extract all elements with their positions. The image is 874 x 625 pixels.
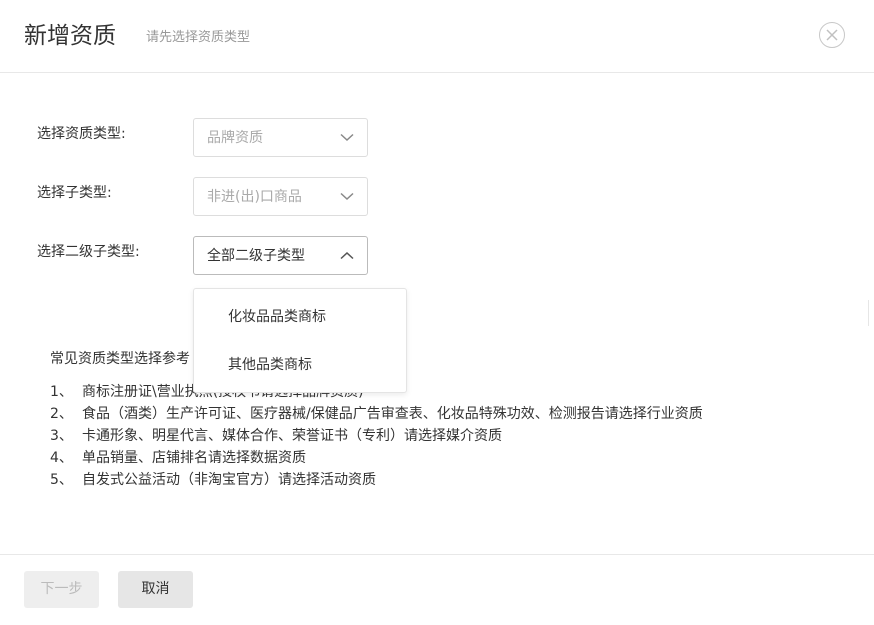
- reference-item-number: 2、: [50, 406, 73, 422]
- type-label: 选择资质类型:: [37, 126, 126, 142]
- dropdown-option-cosmetics-trademark[interactable]: 化妆品品类商标: [228, 307, 326, 327]
- reference-item-text: 卡通形象、明星代言、媒体合作、荣誉证书（专利）请选择媒介资质: [82, 428, 502, 444]
- close-button[interactable]: [819, 22, 845, 48]
- chevron-up-icon: [340, 251, 354, 260]
- level2-select[interactable]: 全部二级子类型: [193, 236, 368, 275]
- dialog-header: 新增资质 请先选择资质类型: [0, 0, 874, 73]
- level2-dropdown-menu: 化妆品品类商标 其他品类商标: [193, 288, 407, 393]
- reference-item-number: 1、: [50, 384, 73, 400]
- dialog-footer: 下一步 取消: [0, 554, 874, 625]
- scroll-edge: [868, 300, 874, 326]
- type-select-value: 品牌资质: [207, 130, 263, 146]
- chevron-down-icon: [340, 192, 354, 201]
- level2-label: 选择二级子类型:: [37, 244, 140, 260]
- reference-item-number: 5、: [50, 472, 73, 488]
- close-icon: [826, 29, 838, 41]
- reference-item-text: 自发式公益活动（非淘宝官方）请选择活动资质: [82, 472, 376, 488]
- reference-item-number: 3、: [50, 428, 73, 444]
- dialog-subtitle: 请先选择资质类型: [146, 30, 251, 45]
- dialog-title: 新增资质: [24, 23, 116, 49]
- reference-title: 常见资质类型选择参考: [50, 351, 190, 367]
- reference-item-number: 4、: [50, 450, 73, 466]
- next-step-button[interactable]: 下一步: [24, 571, 99, 608]
- reference-item-text: 单品销量、店铺排名请选择数据资质: [82, 450, 306, 466]
- level2-select-value: 全部二级子类型: [207, 248, 305, 264]
- cancel-button[interactable]: 取消: [118, 571, 193, 608]
- subtype-select-value: 非进(出)口商品: [207, 189, 302, 205]
- type-select[interactable]: 品牌资质: [193, 118, 368, 157]
- chevron-down-icon: [340, 133, 354, 142]
- subtype-label: 选择子类型:: [37, 185, 112, 201]
- subtype-select[interactable]: 非进(出)口商品: [193, 177, 368, 216]
- dropdown-option-other-trademark[interactable]: 其他品类商标: [228, 355, 312, 375]
- reference-item-text: 食品（酒类）生产许可证、医疗器械/保健品广告审查表、化妆品特殊功效、检测报告请选…: [82, 406, 703, 422]
